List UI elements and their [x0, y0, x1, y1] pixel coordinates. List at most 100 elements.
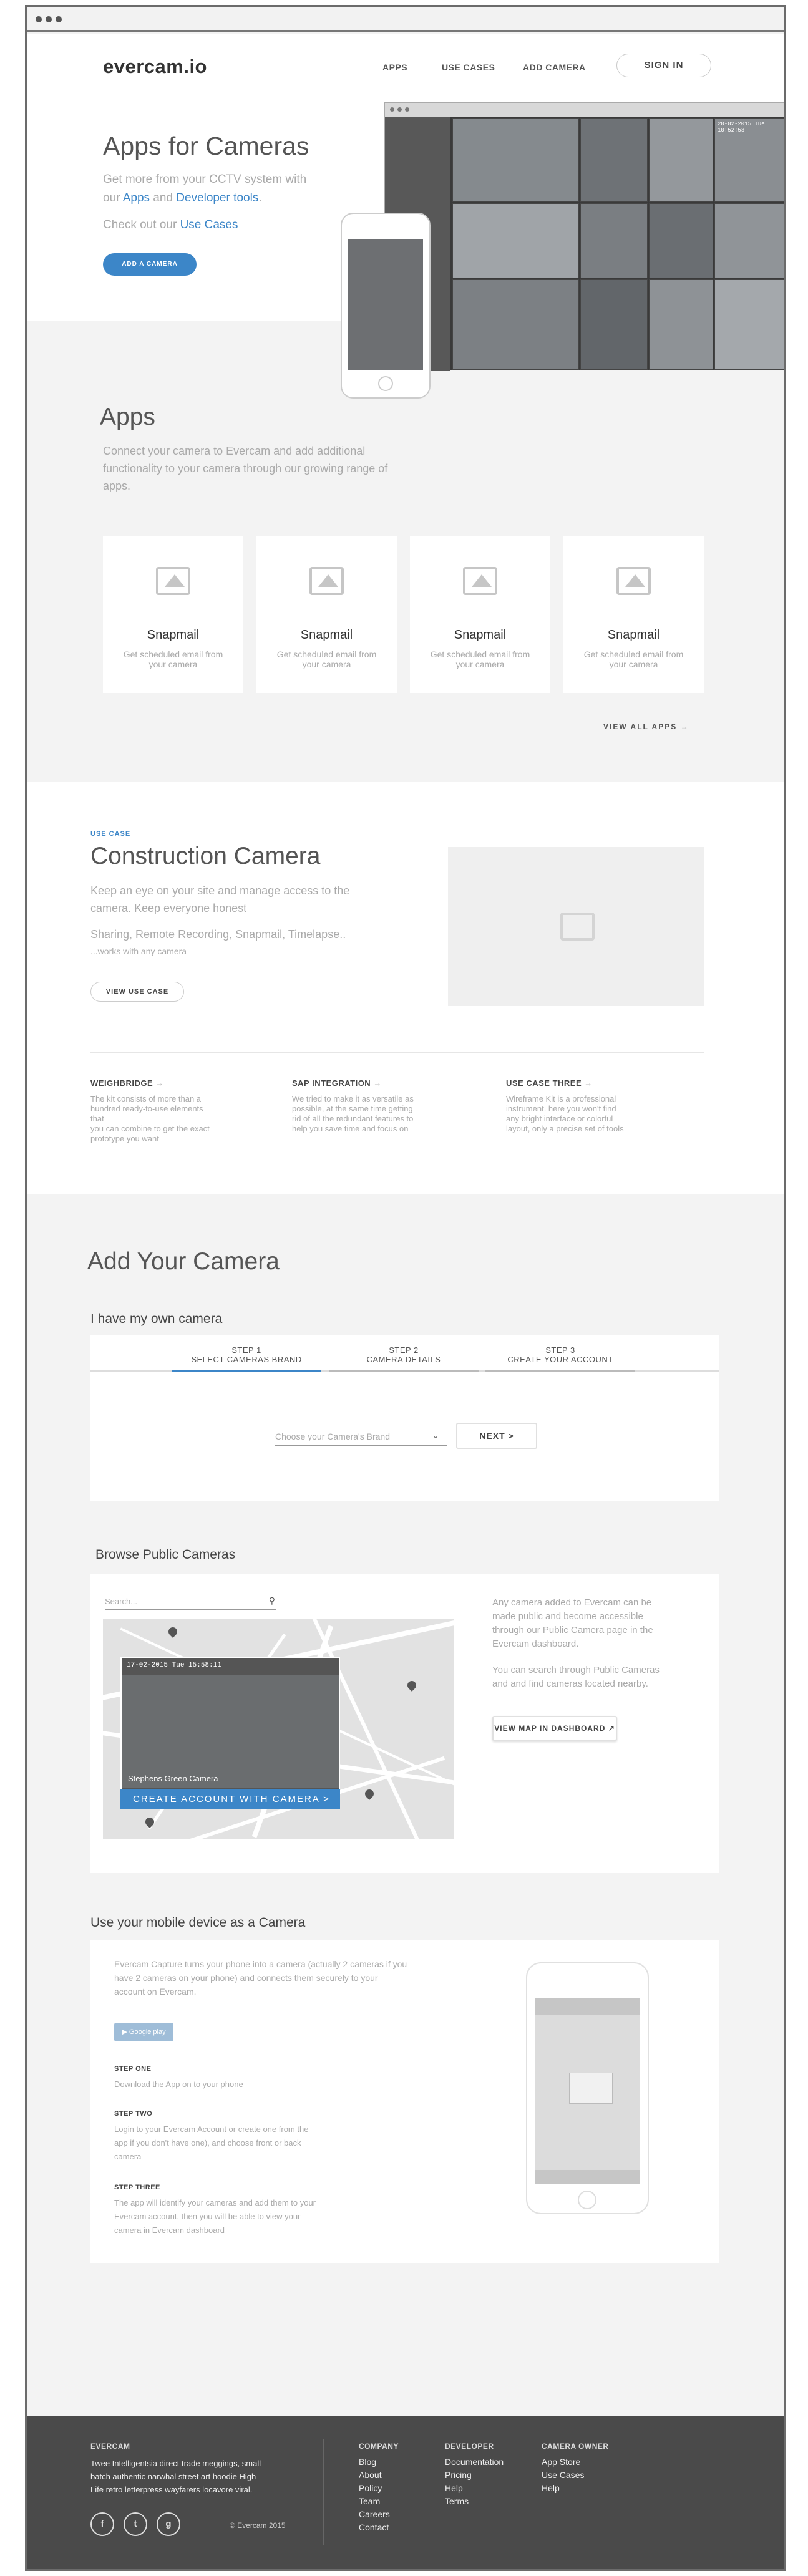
hero-line1: Get more from your CCTV system with	[103, 173, 307, 186]
use-case-item-title[interactable]: USE CASE THREE →	[506, 1078, 593, 1088]
footer-about: Twee Intelligentsia direct trade megging…	[90, 2459, 261, 2494]
steps-progress	[485, 1370, 635, 1372]
public-search-input[interactable]: Search... ⚲	[105, 1595, 276, 1610]
mobile-desc: Evercam Capture turns your phone into a …	[114, 1959, 407, 1997]
window-dot-icon[interactable]	[46, 16, 52, 22]
camera-thumb	[714, 279, 784, 370]
footer-link[interactable]: Contact	[359, 2521, 390, 2534]
step-3[interactable]: STEP 3 CREATE YOUR ACCOUNT	[485, 1345, 635, 1364]
dashboard-screenshot: 20-02-2015 Tue 10:52:53	[384, 102, 784, 371]
footer-copyright: © Evercam 2015	[230, 2521, 286, 2530]
footer-link[interactable]: Team	[359, 2495, 390, 2508]
image-placeholder-icon	[309, 567, 344, 595]
browser-window: evercam.io APPS USE CASES ADD CAMERA SIG…	[25, 5, 786, 2571]
own-camera-title: I have my own camera	[90, 1312, 223, 1326]
app-card[interactable]: Snapmail Get scheduled email from your c…	[563, 536, 704, 693]
google-play-badge[interactable]: ▶ Google play	[114, 2023, 173, 2041]
phone-home-button	[378, 376, 393, 391]
use-cases-link[interactable]: Use Cases	[180, 218, 238, 231]
site-logo[interactable]: evercam.io	[103, 56, 207, 78]
steps-progress	[172, 1370, 321, 1372]
developer-tools-link[interactable]: Developer tools	[176, 191, 258, 205]
apps-desc-line: Connect your camera to Evercam and add a…	[103, 445, 366, 457]
signin-button[interactable]: SIGN IN	[616, 54, 711, 77]
camera-thumb: 20-02-2015 Tue 10:52:53	[714, 118, 784, 202]
use-case-title: Construction Camera	[90, 843, 321, 869]
mobile-title: Use your mobile device as a Camera	[90, 1915, 306, 1930]
image-placeholder-icon	[616, 567, 651, 595]
footer-divider	[323, 2439, 324, 2545]
footer-links: App Store Use Cases Help	[542, 2456, 584, 2495]
use-case-item-title[interactable]: WEIGHBRIDGE →	[90, 1078, 164, 1088]
phone-home-button	[578, 2191, 596, 2209]
apps-desc-line: apps.	[103, 480, 131, 492]
chevron-down-icon: ⌄	[432, 1430, 439, 1440]
footer-link[interactable]: Blog	[359, 2456, 390, 2469]
use-case-works: ...works with any camera	[90, 946, 187, 956]
footer-link[interactable]: Help	[445, 2482, 504, 2495]
play-icon: ▶	[122, 2028, 127, 2036]
footer-link[interactable]: About	[359, 2469, 390, 2482]
arrow-right-icon: →	[584, 1078, 593, 1088]
facebook-icon[interactable]: f	[90, 2512, 114, 2536]
footer-col-title: COMPANY	[359, 2442, 399, 2451]
use-case-tag: USE CASE	[90, 830, 131, 838]
footer-link[interactable]: Documentation	[445, 2456, 504, 2469]
camera-thumb	[649, 203, 713, 278]
nav-add-camera[interactable]: ADD CAMERA	[523, 62, 586, 72]
camera-thumb	[649, 279, 713, 370]
step-2[interactable]: STEP 2 CAMERA DETAILS	[329, 1345, 479, 1364]
create-account-with-camera-button[interactable]: CREATE ACCOUNT WITH CAMERA >	[120, 1789, 340, 1809]
app-name: Snapmail	[300, 628, 353, 642]
add-camera-button[interactable]: ADD A CAMERA	[103, 253, 197, 276]
step-1[interactable]: STEP 1 SELECT CAMERAS BRAND	[172, 1345, 321, 1364]
app-name: Snapmail	[607, 628, 660, 642]
next-button[interactable]: NEXT >	[456, 1423, 537, 1449]
footer-link[interactable]: Policy	[359, 2482, 390, 2495]
app-card[interactable]: Snapmail Get scheduled email from your c…	[103, 536, 243, 693]
camera-snapshot	[122, 1675, 339, 1788]
brand-select[interactable]: Choose your Camera's Brand ⌄	[275, 1430, 447, 1446]
footer-link[interactable]: Use Cases	[542, 2469, 584, 2482]
app-desc: Get scheduled email from your camera	[430, 649, 530, 669]
footer-links: Blog About Policy Team Careers Contact	[359, 2456, 390, 2534]
footer-link[interactable]: App Store	[542, 2456, 584, 2469]
phone-screen	[348, 239, 423, 370]
view-all-apps-link[interactable]: VIEW ALL APPS →	[603, 722, 689, 731]
twitter-icon[interactable]: t	[124, 2512, 147, 2536]
footer-link[interactable]: Pricing	[445, 2469, 504, 2482]
phone-mockup	[341, 213, 431, 399]
footer-link[interactable]: Careers	[359, 2508, 390, 2521]
app-card[interactable]: Snapmail Get scheduled email from your c…	[256, 536, 397, 693]
footer-link[interactable]: Help	[542, 2482, 584, 2495]
view-map-button[interactable]: VIEW MAP IN DASHBOARD ↗	[492, 1716, 617, 1741]
mobile-phone-mockup	[526, 1962, 649, 2214]
window-titlebar	[27, 7, 784, 32]
nav-use-cases[interactable]: USE CASES	[442, 62, 495, 72]
view-use-case-button[interactable]: VIEW USE CASE	[90, 982, 184, 1002]
window-dot-icon[interactable]	[56, 16, 62, 22]
arrow-right-icon: →	[155, 1078, 164, 1088]
search-icon: ⚲	[268, 1595, 275, 1605]
nav-apps[interactable]: APPS	[382, 62, 407, 72]
apps-title: Apps	[100, 404, 155, 430]
hero-line3: Check out our Use Cases	[103, 218, 238, 231]
browse-title: Browse Public Cameras	[95, 1547, 236, 1562]
use-case-item-title[interactable]: SAP INTEGRATION →	[292, 1078, 382, 1088]
window-dot-icon[interactable]	[36, 16, 42, 22]
footer-link[interactable]: Terms	[445, 2495, 504, 2508]
camera-thumb	[452, 279, 579, 370]
arrow-right-icon: →	[373, 1078, 382, 1088]
apps-link[interactable]: Apps	[123, 191, 150, 205]
screenshot-titlebar	[385, 103, 784, 117]
app-card[interactable]: Snapmail Get scheduled email from your c…	[410, 536, 550, 693]
footer-brand: EVERCAM	[90, 2442, 130, 2451]
camera-thumb	[580, 118, 648, 202]
camera-timestamp: 17-02-2015 Tue 15:58:11	[127, 1662, 221, 1669]
camera-thumb	[580, 203, 648, 278]
camera-thumb	[452, 118, 579, 202]
camera-popup[interactable]: 17-02-2015 Tue 15:58:11 Stephens Green C…	[120, 1657, 340, 1809]
github-icon[interactable]: g	[157, 2512, 180, 2536]
camera-name: Stephens Green Camera	[128, 1774, 218, 1783]
use-case-item-desc: The kit consists of more than a hundred r…	[90, 1094, 210, 1143]
